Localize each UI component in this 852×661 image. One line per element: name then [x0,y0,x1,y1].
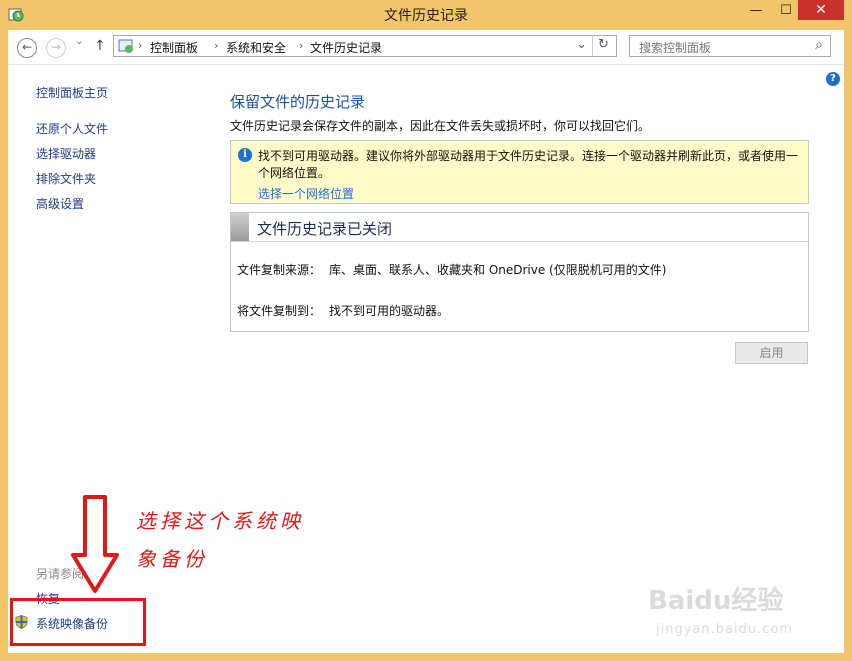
breadcrumb-separator: › [299,39,304,52]
status-title: 文件历史记录已关闭 [257,220,393,238]
info-message: 找不到可用驱动器。建议你将外部驱动器用于文件历史记录。连接一个驱动器并刷新此页，… [258,149,799,180]
title-bar: 文件历史记录 — ☐ ✕ [0,0,852,30]
window: 文件历史记录 — ☐ ✕ ← → ⌄ ↑ › 控制面板 › 系统和安全 › 文件… [0,0,852,661]
destination-value: 找不到可用的驱动器。 [329,304,450,318]
watermark: Baidu经验 jingyan.baidu.com [648,580,808,650]
search-box[interactable]: 搜索控制面板 ⌕ [629,35,831,57]
close-button[interactable]: ✕ [798,0,844,20]
minimize-button[interactable]: — [742,0,770,22]
content-area: ← → ⌄ ↑ › 控制面板 › 系统和安全 › 文件历史记录 ⌄ ↻ 搜索控制… [8,30,844,653]
address-toolbar: ← → ⌄ ↑ › 控制面板 › 系统和安全 › 文件历史记录 ⌄ ↻ 搜索控制… [8,30,844,65]
control-panel-icon [118,39,133,53]
select-network-location-link[interactable]: 选择一个网络位置 [258,185,354,202]
recent-dropdown-icon[interactable]: ⌄ [75,36,83,47]
sidebar-item-restore-files[interactable]: 还原个人文件 [36,120,108,137]
sidebar-home-link[interactable]: 控制面板主页 [36,84,108,101]
sidebar-item-advanced-settings[interactable]: 高级设置 [36,195,84,212]
source-label: 文件复制来源： [237,263,322,277]
highlight-box [10,598,146,646]
destination-label: 将文件复制到： [237,304,322,318]
annotation-line-1: 选择这个系统映 [136,509,304,533]
page-title: 保留文件的历史记录 [230,93,366,111]
window-title: 文件历史记录 [384,8,468,24]
breadcrumb-file-history[interactable]: 文件历史记录 [310,39,382,56]
maximize-button[interactable]: ☐ [772,0,800,22]
breadcrumb-separator: › [138,39,143,52]
status-panel: 文件历史记录已关闭 文件复制来源： 库、桌面、联系人、收藏夹和 OneDrive… [230,212,809,332]
breadcrumb-separator: › [214,39,219,52]
help-icon[interactable]: ? [826,72,840,86]
status-header: 文件历史记录已关闭 [231,213,808,242]
up-button[interactable]: ↑ [94,38,106,54]
breadcrumb-control-panel[interactable]: 控制面板 [150,39,198,56]
source-value: 库、桌面、联系人、收藏夹和 OneDrive (仅限脱机可用的文件) [329,263,667,277]
watermark-url: jingyan.baidu.com [656,622,793,637]
sidebar-item-exclude-folders[interactable]: 排除文件夹 [36,170,96,187]
annotation-line-2: 象备份 [136,547,208,571]
status-indicator-icon [231,213,249,241]
back-button[interactable]: ← [17,38,37,58]
sidebar-item-select-drive[interactable]: 选择驱动器 [36,145,96,162]
info-bar: i 找不到可用驱动器。建议你将外部驱动器用于文件历史记录。连接一个驱动器并刷新此… [230,140,809,204]
arrow-down-icon [71,495,119,593]
page-description: 文件历史记录会保存文件的副本，因此在文件丢失或损坏时，你可以找回它们。 [230,119,651,133]
info-icon: i [238,148,252,162]
search-icon[interactable]: ⌕ [815,37,823,53]
address-bar[interactable]: › 控制面板 › 系统和安全 › 文件历史记录 ⌄ ↻ [113,35,617,57]
address-dropdown-icon[interactable]: ⌄ [576,37,587,52]
refresh-icon[interactable]: ↻ [598,37,609,52]
watermark-brand: Baidu经验 [648,586,784,616]
breadcrumb-system-security[interactable]: 系统和安全 [226,39,286,56]
enable-button[interactable]: 启用 [735,342,808,364]
search-input[interactable]: 搜索控制面板 [639,39,711,56]
forward-button[interactable]: → [46,38,66,58]
